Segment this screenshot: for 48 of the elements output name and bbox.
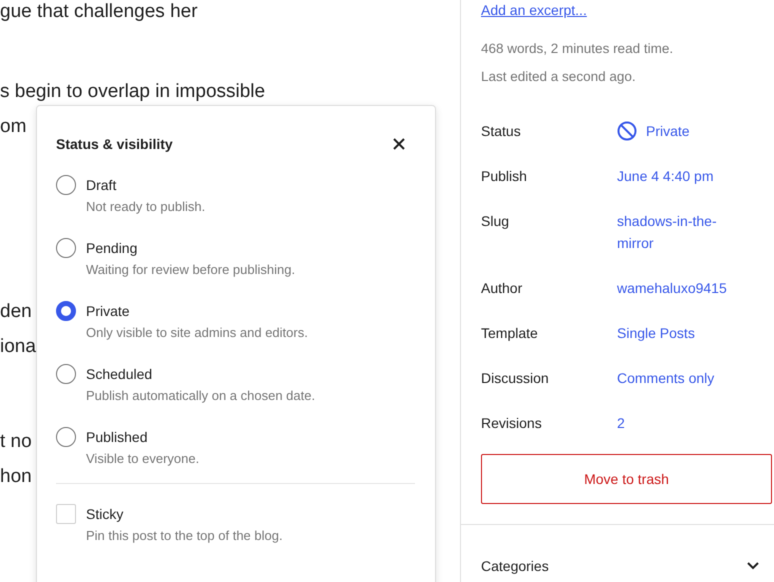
setting-value-button[interactable]: Private <box>617 120 690 142</box>
setting-value-button[interactable]: shadows-in-the-mirror <box>617 210 717 254</box>
setting-label: Template <box>481 324 538 343</box>
setting-value-button[interactable]: wamehaluxo9415 <box>617 277 727 299</box>
post-stats: 468 words, 2 minutes read time. <box>481 41 674 56</box>
excerpt-link[interactable]: Add an excerpt... <box>481 2 587 18</box>
option-label: Published <box>86 429 148 445</box>
option-label: Pending <box>86 240 138 256</box>
trash-button[interactable]: Move to trash <box>481 454 772 504</box>
panel-title: Categories <box>481 558 549 574</box>
post-stats: Last edited a second ago. <box>481 69 636 84</box>
editor-text: s begin to overlap in impossible <box>0 80 266 104</box>
option-description: Not ready to publish. <box>86 199 206 214</box>
editor-text: iona <box>0 335 36 359</box>
setting-value-button[interactable]: Single Posts <box>617 322 695 344</box>
blocked-icon <box>617 121 637 141</box>
option-label: Scheduled <box>86 366 152 382</box>
radio-button[interactable] <box>56 175 76 195</box>
option-label: Private <box>86 303 130 319</box>
radio-button[interactable] <box>56 427 76 447</box>
option-description: Waiting for review before publishing. <box>86 262 296 277</box>
setting-label: Discussion <box>481 369 549 388</box>
editor-text: gue that challenges her <box>0 0 198 24</box>
setting-label: Publish <box>481 167 527 186</box>
editor-text: den <box>0 300 32 324</box>
setting-value-button[interactable]: June 4 4:40 pm <box>617 165 714 187</box>
option-description: Publish automatically on a chosen date. <box>86 388 316 403</box>
radio-button[interactable] <box>56 364 76 384</box>
editor-text: t no <box>0 430 32 454</box>
option-description: Only visible to site admins and editors. <box>86 325 308 340</box>
option-label: Sticky <box>86 506 124 522</box>
setting-label: Slug <box>481 212 510 231</box>
radio-button[interactable] <box>56 238 76 258</box>
categories-panel[interactable]: Categories <box>461 524 774 582</box>
popover-title: Status & visibility <box>56 136 173 152</box>
setting-value-button[interactable]: Comments only <box>617 367 714 389</box>
checkbox[interactable] <box>56 504 76 524</box>
setting-label: Revisions <box>481 414 542 433</box>
setting-label: Author <box>481 279 522 298</box>
editor-text: om <box>0 115 26 139</box>
editor-text: hon <box>0 465 32 489</box>
option-label: Draft <box>86 177 116 193</box>
setting-label: Status <box>481 122 521 141</box>
option-description: Visible to everyone. <box>86 451 200 466</box>
option-description: Pin this post to the top of the blog. <box>86 528 283 543</box>
setting-value-button[interactable]: 2 <box>617 412 625 434</box>
close-icon <box>392 137 406 151</box>
radio-button[interactable] <box>56 301 76 321</box>
